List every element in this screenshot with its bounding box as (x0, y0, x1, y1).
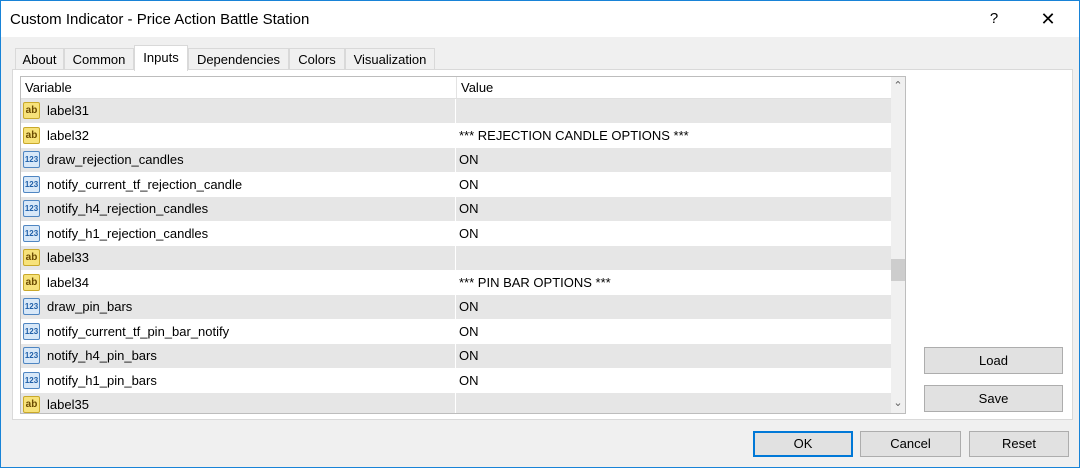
tab-common[interactable]: Common (64, 48, 134, 70)
cell-divider (455, 368, 456, 392)
value-cell[interactable]: ON (459, 295, 479, 319)
table-row[interactable]: ab label34 *** PIN BAR OPTIONS *** (21, 270, 891, 295)
variable-name: notify_h1_rejection_candles (47, 225, 209, 241)
cell-divider (455, 393, 456, 413)
table-row[interactable]: 123 notify_h1_pin_bars ON (21, 368, 891, 393)
value-cell[interactable]: *** PIN BAR OPTIONS *** (459, 271, 611, 295)
text-param-icon: ab (23, 396, 40, 413)
numeric-param-icon: 123 (23, 322, 40, 340)
dialog-window: Custom Indicator - Price Action Battle S… (0, 0, 1080, 468)
variable-name: label35 (47, 397, 89, 412)
close-icon: ✕ (1040, 9, 1056, 29)
variable-name: label32 (47, 127, 89, 143)
variable-name: notify_h1_pin_bars (47, 372, 157, 388)
table-row[interactable]: ab label35 (21, 393, 891, 413)
help-button[interactable]: ? (977, 5, 1011, 33)
table-row[interactable]: 123 notify_h4_rejection_candles ON (21, 197, 891, 222)
value-cell[interactable]: ON (459, 222, 479, 246)
table-row[interactable]: ab label32 *** REJECTION CANDLE OPTIONS **… (21, 123, 891, 148)
text-param-icon: ab (23, 249, 40, 266)
tab-inputs[interactable]: Inputs (134, 45, 188, 71)
table-row[interactable]: ab label31 (21, 99, 891, 124)
reset-button[interactable]: Reset (969, 431, 1069, 457)
load-button[interactable]: Load (924, 347, 1063, 374)
cell-divider (455, 270, 456, 294)
scroll-up-icon[interactable]: ⌃ (891, 78, 905, 94)
tab-colors[interactable]: Colors (289, 48, 345, 70)
cell-divider (455, 123, 456, 147)
ok-button[interactable]: OK (753, 431, 853, 457)
inputs-panel: Variable Value ab label31 ab label32 *** REJ… (12, 69, 1073, 420)
table-row[interactable]: 123 notify_h4_pin_bars ON (21, 344, 891, 369)
text-param-icon: ab (23, 102, 40, 119)
numeric-param-icon: 123 (23, 371, 40, 389)
table-row[interactable]: 123 draw_pin_bars ON (21, 295, 891, 320)
value-cell[interactable]: ON (459, 320, 479, 344)
variable-name: notify_h4_pin_bars (47, 348, 157, 363)
grid-rows: ab label31 ab label32 *** REJECTION CANDLE O… (21, 99, 891, 413)
variable-name: draw_rejection_candles (47, 152, 184, 167)
tab-dependencies[interactable]: Dependencies (188, 48, 289, 70)
cancel-button[interactable]: Cancel (860, 431, 961, 457)
table-row[interactable]: 123 notify_current_tf_pin_bar_notify ON (21, 319, 891, 344)
variable-name: label31 (47, 103, 89, 118)
numeric-param-icon: 123 (23, 151, 40, 168)
variable-name: notify_h4_rejection_candles (47, 201, 209, 216)
variable-name: label34 (47, 274, 89, 290)
value-cell[interactable]: *** REJECTION CANDLE OPTIONS *** (459, 124, 689, 148)
inputs-grid: Variable Value ab label31 ab label32 *** REJ… (20, 76, 906, 414)
tab-visualization[interactable]: Visualization (345, 48, 435, 70)
tab-about[interactable]: About (15, 48, 64, 70)
table-row[interactable]: 123 notify_current_tf_rejection_candle ON (21, 172, 891, 197)
cell-divider (455, 295, 456, 319)
value-cell[interactable]: ON (459, 173, 479, 197)
save-button[interactable]: Save (924, 385, 1063, 412)
table-row[interactable]: 123 notify_h1_rejection_candles ON (21, 221, 891, 246)
numeric-param-icon: 123 (23, 175, 40, 193)
value-cell[interactable]: ON (459, 369, 479, 393)
numeric-param-icon: 123 (23, 224, 40, 242)
cell-divider (455, 172, 456, 196)
value-cell[interactable]: ON (459, 197, 479, 221)
title-bar: Custom Indicator - Price Action Battle S… (1, 1, 1079, 37)
variable-name: draw_pin_bars (47, 299, 133, 314)
variable-name: notify_current_tf_rejection_candle (47, 176, 243, 192)
cell-divider (455, 197, 456, 221)
variable-name: notify_current_tf_pin_bar_notify (47, 323, 230, 339)
scroll-down-icon[interactable]: ⌄ (891, 395, 905, 411)
close-button[interactable]: ✕ (1028, 5, 1068, 33)
cell-divider (455, 344, 456, 368)
table-row[interactable]: ab label33 (21, 246, 891, 271)
text-param-icon: ab (23, 126, 40, 144)
cell-divider (455, 148, 456, 172)
column-header-value[interactable]: Value (457, 77, 891, 98)
numeric-param-icon: 123 (23, 347, 40, 364)
cell-divider (455, 319, 456, 343)
column-header-variable[interactable]: Variable (21, 77, 457, 98)
window-title: Custom Indicator - Price Action Battle S… (10, 11, 310, 28)
scroll-thumb[interactable] (891, 259, 905, 281)
text-param-icon: ab (23, 273, 40, 291)
variable-name: label33 (47, 250, 89, 265)
cell-divider (455, 99, 456, 123)
vertical-scrollbar[interactable]: ⌃ ⌄ (891, 77, 905, 413)
cell-divider (455, 246, 456, 270)
numeric-param-icon: 123 (23, 298, 40, 315)
numeric-param-icon: 123 (23, 200, 40, 217)
value-cell[interactable]: ON (459, 344, 479, 368)
grid-header: Variable Value (21, 77, 891, 99)
table-row[interactable]: 123 draw_rejection_candles ON (21, 148, 891, 173)
value-cell[interactable]: ON (459, 148, 479, 172)
cell-divider (455, 221, 456, 245)
